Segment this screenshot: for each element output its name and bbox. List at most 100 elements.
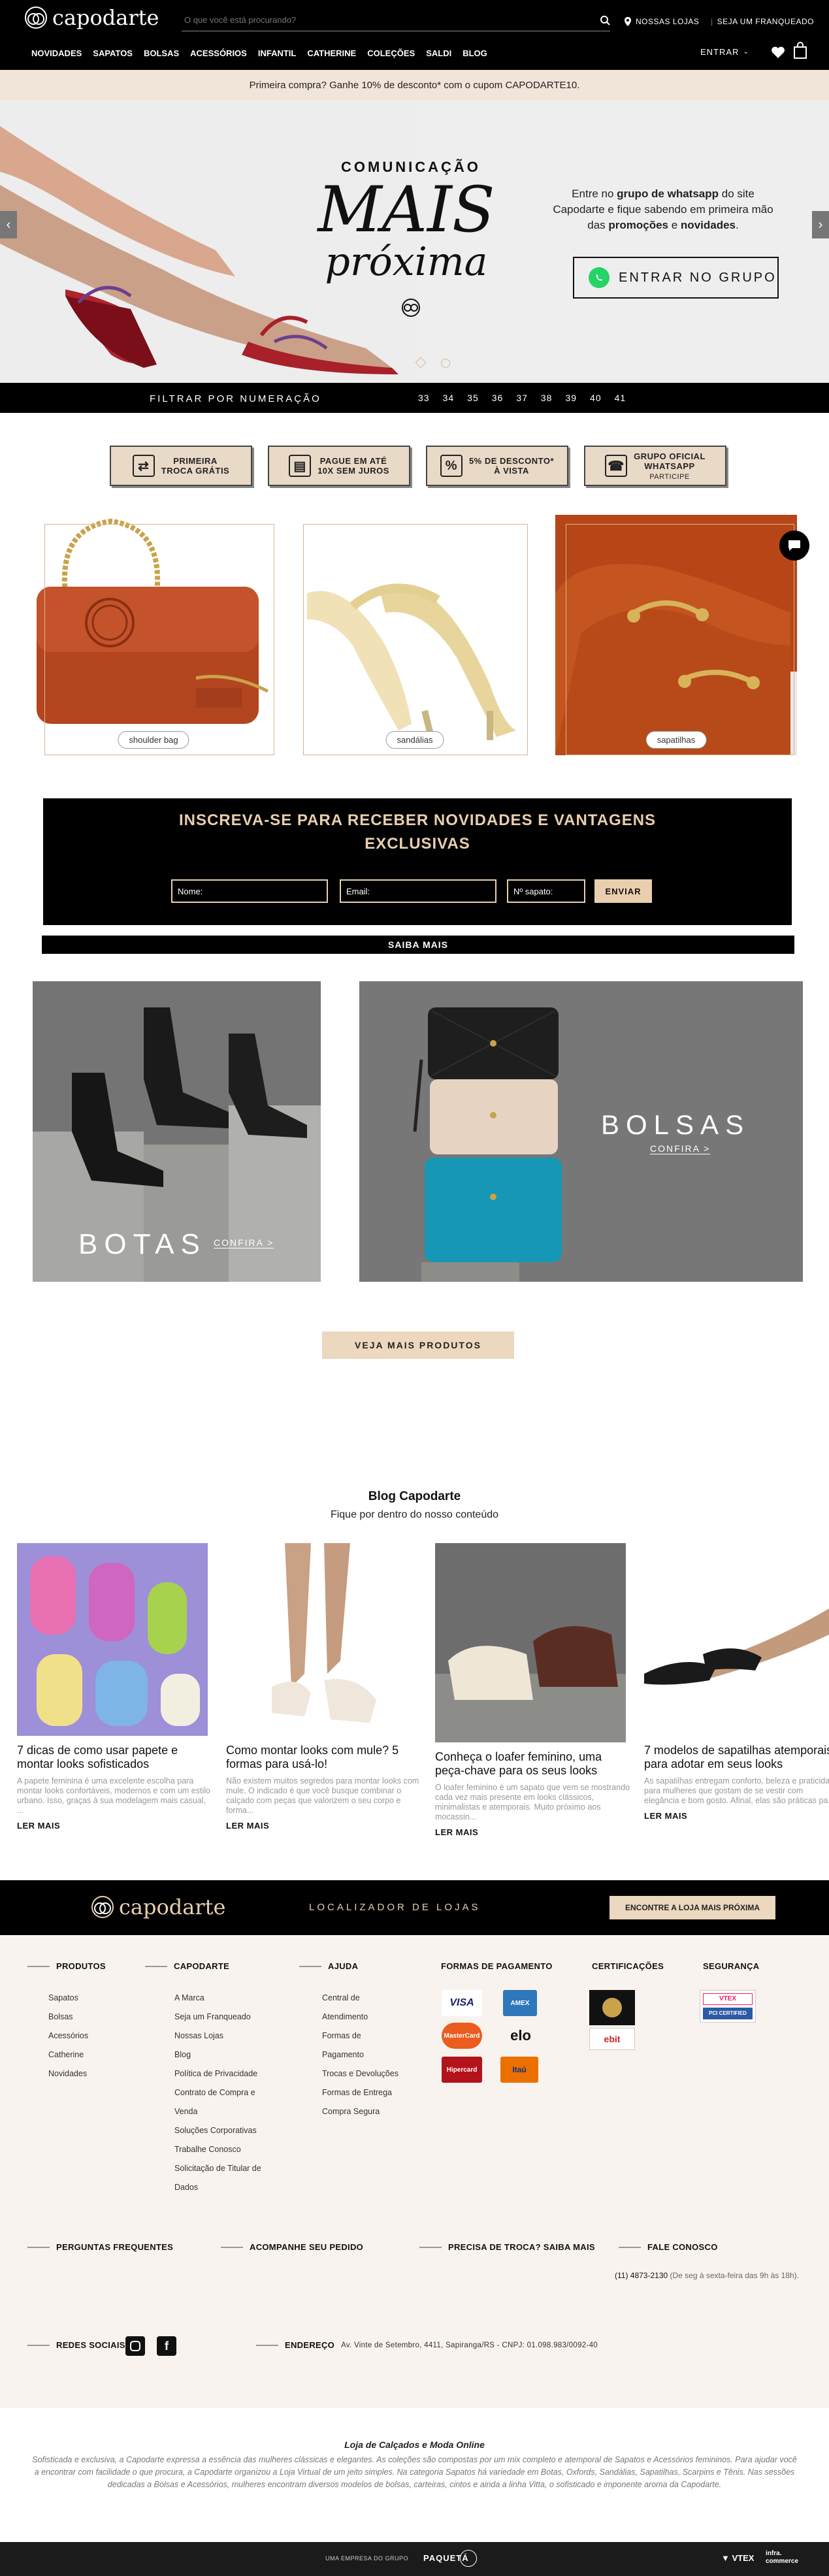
name-field[interactable]: Nome:: [171, 879, 328, 903]
exchange-link[interactable]: PRECISA DE TROCA? SAIBA MAIS: [419, 2242, 595, 2252]
size-option[interactable]: 38: [541, 393, 553, 403]
footer-link[interactable]: Bolsas: [48, 2008, 88, 2027]
footer-link[interactable]: Blog: [174, 2046, 261, 2064]
feature-free-exchange[interactable]: ⇄ PRIMEIRA TROCA GRÁTIS: [110, 446, 252, 486]
blog-post-title[interactable]: Como montar looks com mule? 5 formas par…: [226, 1744, 422, 1771]
find-store-button[interactable]: ENCONTRE A LOJA MAIS PRÓXIMA: [610, 1896, 775, 1919]
footer-link[interactable]: Central de: [322, 1989, 398, 2008]
size-option[interactable]: 40: [590, 393, 602, 403]
nav-item-catherine[interactable]: CATHERINE: [307, 48, 356, 58]
footer-link[interactable]: Formas de: [322, 2027, 398, 2046]
footer-heading-text: CERTIFICAÇÕES: [592, 1961, 664, 1971]
hero-text: Entre no grupo de whatsapp do site Capod…: [552, 186, 774, 233]
carousel-next-arrow-icon[interactable]: ›: [812, 211, 829, 238]
footer-link[interactable]: Compra Segura: [322, 2102, 398, 2121]
size-option[interactable]: 33: [418, 393, 430, 403]
nav-item-sapatos[interactable]: SAPATOS: [93, 48, 133, 58]
nav-item-blog[interactable]: BLOG: [463, 48, 487, 58]
blog-post[interactable]: Conheça o loafer feminino, uma peça-chav…: [435, 1543, 631, 1837]
saiba-mais-button[interactable]: SAIBA MAIS: [42, 936, 794, 954]
footer-link[interactable]: Solicitação de Titular de: [174, 2159, 261, 2178]
blog-post-title[interactable]: 7 dicas de como usar papete e montar loo…: [17, 1744, 213, 1771]
search-icon[interactable]: [600, 15, 610, 25]
blog-post[interactable]: Como montar looks com mule? 5 formas par…: [226, 1543, 422, 1831]
facebook-icon[interactable]: f: [157, 2336, 176, 2356]
size-option[interactable]: 39: [565, 393, 577, 403]
footer-link[interactable]: Formas de Entrega: [322, 2083, 398, 2102]
nav-item-infantil[interactable]: INFANTIL: [258, 48, 297, 58]
boots-banner[interactable]: BOTAS CONFIRA >: [33, 981, 321, 1282]
join-group-button[interactable]: ENTRAR NO GRUPO: [573, 257, 779, 299]
size-option[interactable]: 37: [516, 393, 528, 403]
cart-icon[interactable]: [794, 42, 807, 59]
search-bar[interactable]: [182, 9, 610, 31]
footer-link[interactable]: Pagamento: [322, 2046, 398, 2064]
footer-link[interactable]: Trabalhe Conosco: [174, 2140, 261, 2159]
carousel-dot[interactable]: [441, 359, 450, 368]
footer-link[interactable]: Novidades: [48, 2064, 88, 2083]
feature-line: PRIMEIRA: [173, 456, 218, 466]
shoe-size-field[interactable]: Nº sapato:: [507, 879, 585, 903]
blog-post-title[interactable]: Conheça o loafer feminino, uma peça-chav…: [435, 1750, 631, 1778]
brand-logo[interactable]: capodarte: [25, 5, 159, 30]
footer-link[interactable]: A Marca: [174, 1989, 261, 2008]
size-option[interactable]: 36: [492, 393, 504, 403]
footer-link[interactable]: Nossas Lojas: [174, 2027, 261, 2046]
more-products-button[interactable]: VEJA MAIS PRODUTOS: [322, 1331, 514, 1359]
nav-item-bolsas[interactable]: BOLSAS: [144, 48, 179, 58]
footer-link[interactable]: Sapatos: [48, 1989, 88, 2008]
bags-banner[interactable]: BOLSAS CONFIRA >: [359, 981, 803, 1282]
login-menu[interactable]: ENTRAR ⌄: [700, 47, 749, 57]
footer-link[interactable]: Catherine: [48, 2046, 88, 2064]
footer-link[interactable]: Venda: [174, 2102, 261, 2121]
footer-link[interactable]: Contrato de Compra e: [174, 2083, 261, 2102]
send-button[interactable]: ENVIAR: [594, 879, 652, 903]
footer-link[interactable]: Soluções Corporativas: [174, 2121, 261, 2140]
blog-post-title[interactable]: 7 modelos de sapatilhas atemporais para …: [644, 1744, 829, 1771]
category-shoulder-bag[interactable]: shoulder bag: [33, 515, 274, 755]
footer-logo[interactable]: capodarte: [91, 1895, 225, 1919]
read-more-link[interactable]: LER MAIS: [644, 1811, 829, 1821]
read-more-link[interactable]: LER MAIS: [17, 1821, 213, 1831]
category-sapatilhas[interactable]: sapatilhas: [555, 515, 797, 755]
size-option[interactable]: 35: [467, 393, 479, 403]
footer-link[interactable]: Dados: [174, 2178, 261, 2197]
feature-installments[interactable]: ▤ PAGUE EM ATÉ 10X SEM JUROS: [268, 446, 410, 486]
size-option[interactable]: 34: [443, 393, 455, 403]
faq-link[interactable]: PERGUNTAS FREQUENTES: [27, 2242, 173, 2252]
nav-item-colecoes[interactable]: COLEÇÕES: [367, 48, 415, 58]
nav-item-acessorios[interactable]: ACESSÓRIOS: [190, 48, 247, 58]
join-group-label: ENTRAR NO GRUPO: [619, 270, 777, 285]
heart-icon[interactable]: [771, 46, 785, 59]
feature-discount[interactable]: % 5% DE DESCONTO* À VISTA: [426, 446, 568, 486]
stores-link[interactable]: NOSSAS LOJAS: [624, 17, 699, 26]
read-more-link[interactable]: LER MAIS: [435, 1827, 631, 1837]
feature-whatsapp-group[interactable]: ☎ GRUPO OFICIAL WHATSAPP PARTICIPE: [584, 446, 726, 486]
track-order-link[interactable]: ACOMPANHE SEU PEDIDO: [221, 2242, 363, 2252]
hero-banner[interactable]: COMUNICAÇÃO MAIS próxima Entre no grupo …: [0, 100, 829, 383]
blog-post[interactable]: 7 dicas de como usar papete e montar loo…: [17, 1543, 213, 1831]
franchise-link[interactable]: | SEJA UM FRANQUEADO: [711, 17, 814, 26]
read-more-link[interactable]: LER MAIS: [226, 1821, 422, 1831]
footer-link[interactable]: Seja um Franqueado: [174, 2008, 261, 2027]
carousel-prev-arrow-icon[interactable]: ‹: [0, 211, 17, 238]
boots-link[interactable]: CONFIRA >: [214, 1237, 274, 1248]
phone-number[interactable]: (11) 4873-2130: [615, 2271, 668, 2280]
search-input[interactable]: [182, 15, 600, 25]
instagram-icon[interactable]: [125, 2336, 145, 2356]
chat-bubble-button[interactable]: [779, 530, 809, 561]
footer-link[interactable]: Atendimento: [322, 2008, 398, 2027]
footer-link[interactable]: Acessórios: [48, 2027, 88, 2046]
blog-post-excerpt: A papete feminina é uma excelente escolh…: [17, 1776, 210, 1815]
blog-post[interactable]: 7 modelos de sapatilhas atemporais para …: [644, 1543, 829, 1821]
ebit-logo: ebit: [589, 2028, 635, 2050]
category-sandalias[interactable]: sandálias: [294, 515, 536, 755]
size-option[interactable]: 41: [615, 393, 626, 403]
footer-link[interactable]: Trocas e Devoluções: [322, 2064, 398, 2083]
email-field[interactable]: Email:: [340, 879, 496, 903]
bags-link[interactable]: CONFIRA >: [650, 1143, 711, 1154]
stores-label: NOSSAS LOJAS: [636, 17, 700, 26]
nav-item-saldi[interactable]: SALDI: [426, 48, 451, 58]
footer-link[interactable]: Política de Privacidade: [174, 2064, 261, 2083]
nav-item-novidades[interactable]: NOVIDADES: [31, 48, 82, 58]
